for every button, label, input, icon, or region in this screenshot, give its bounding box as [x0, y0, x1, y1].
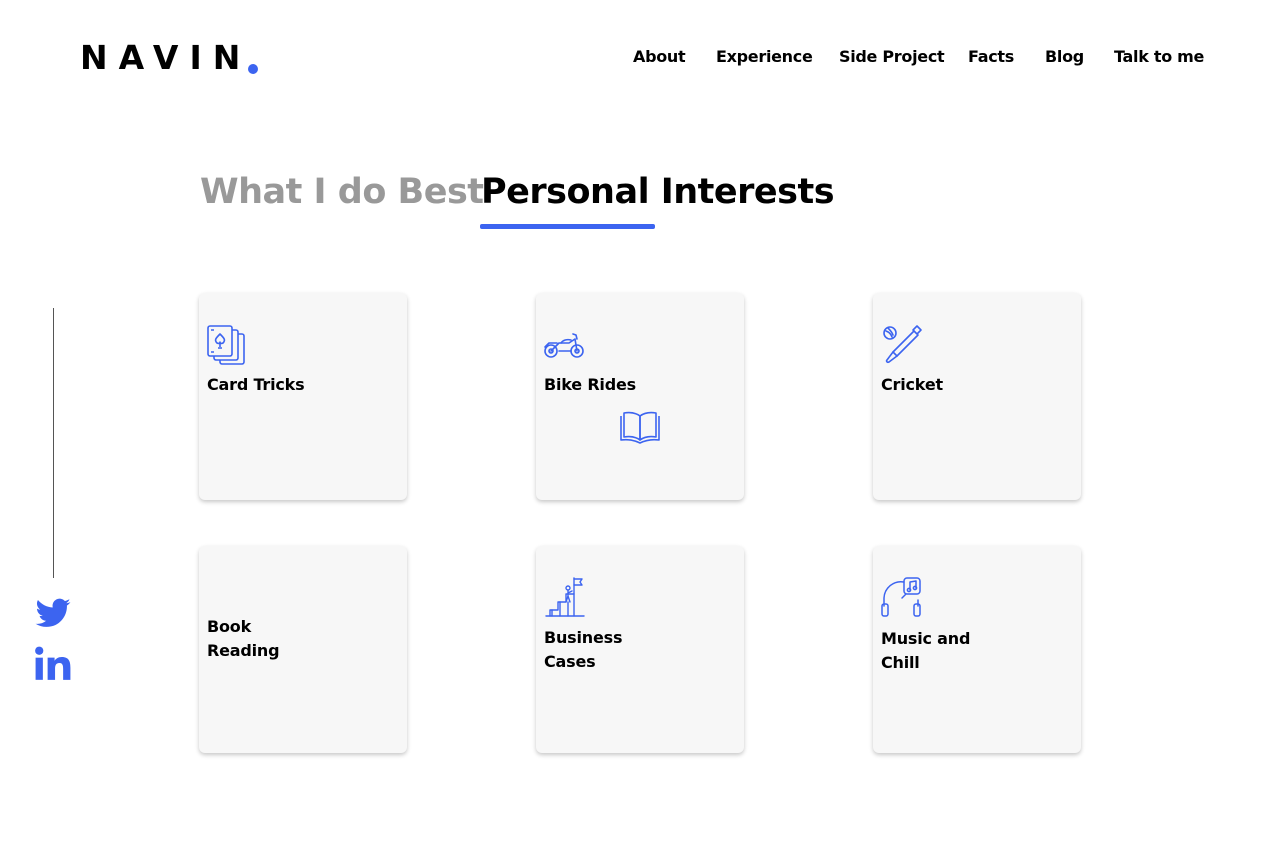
page: NAVIN About Experience Side Project Fact… [0, 0, 1280, 854]
tab-what-i-do-best[interactable]: What I do Best [200, 172, 484, 212]
nav-experience[interactable]: Experience [716, 47, 813, 66]
active-tab-underline [480, 224, 655, 229]
nav-facts[interactable]: Facts [968, 47, 1014, 66]
interest-card-cricket[interactable]: Cricket [873, 293, 1081, 500]
tab-personal-interests[interactable]: Personal Interests [481, 172, 835, 212]
interest-card-card-tricks[interactable]: Card Tricks [199, 293, 407, 500]
nav-about[interactable]: About [633, 47, 686, 66]
interest-label: Cricket [881, 375, 943, 394]
interest-card-business-cases[interactable]: Business Cases [536, 546, 744, 753]
main-nav: About Experience Side Project Facts Blog… [0, 47, 1280, 69]
interest-card-bike-rides[interactable]: Bike Rides [536, 293, 744, 500]
motorbike-icon [543, 324, 585, 366]
twitter-icon[interactable] [34, 594, 72, 632]
side-divider-line [53, 308, 54, 578]
linkedin-icon[interactable] [34, 645, 72, 683]
interest-label: Card Tricks [207, 375, 305, 394]
interest-label: Bike Rides [544, 375, 636, 394]
interest-label: Music and Chill [881, 629, 971, 672]
nav-blog[interactable]: Blog [1045, 47, 1084, 66]
interest-card-music-and-chill[interactable]: Music and Chill [873, 546, 1081, 753]
open-book-icon [619, 406, 661, 448]
headphones-music-icon [880, 576, 922, 618]
interest-card-book-reading[interactable]: Book Reading [199, 546, 407, 753]
nav-talk-to-me[interactable]: Talk to me [1114, 47, 1204, 66]
goal-stairs-flag-icon [544, 576, 586, 618]
interest-label: Book Reading [207, 617, 280, 660]
playing-cards-icon [206, 324, 248, 366]
cricket-bat-ball-icon [881, 324, 923, 366]
interest-label: Business Cases [544, 628, 623, 671]
nav-side-project[interactable]: Side Project [839, 47, 945, 66]
